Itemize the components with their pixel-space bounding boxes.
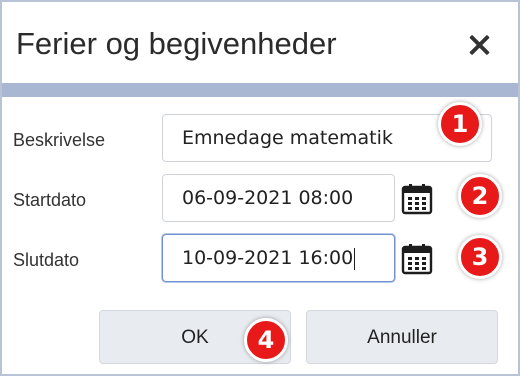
cancel-button[interactable]: Annuller bbox=[306, 310, 498, 364]
header-accent-bar bbox=[2, 83, 518, 97]
start-date-input[interactable]: 06-09-2021 08:00 bbox=[162, 174, 395, 222]
annotation-badge-1: 1 bbox=[438, 102, 482, 146]
close-icon[interactable] bbox=[464, 30, 496, 62]
dialog: Ferier og begivenheder Beskrivelse Emned… bbox=[0, 0, 520, 376]
calendar-icon[interactable] bbox=[401, 183, 433, 215]
text-cursor bbox=[354, 247, 356, 270]
annotation-badge-3: 3 bbox=[458, 235, 502, 279]
start-date-label: Startdato bbox=[13, 190, 87, 210]
end-date-value: 10-09-2021 16:00 bbox=[182, 247, 354, 269]
calendar-icon[interactable] bbox=[401, 243, 433, 275]
end-date-label: Slutdato bbox=[13, 250, 80, 270]
description-label: Beskrivelse bbox=[13, 130, 106, 150]
dialog-title: Ferier og begivenheder bbox=[16, 26, 337, 61]
annotation-badge-4: 4 bbox=[244, 318, 288, 362]
end-date-input[interactable]: 10-09-2021 16:00 bbox=[162, 234, 395, 282]
annotation-badge-2: 2 bbox=[458, 174, 502, 218]
